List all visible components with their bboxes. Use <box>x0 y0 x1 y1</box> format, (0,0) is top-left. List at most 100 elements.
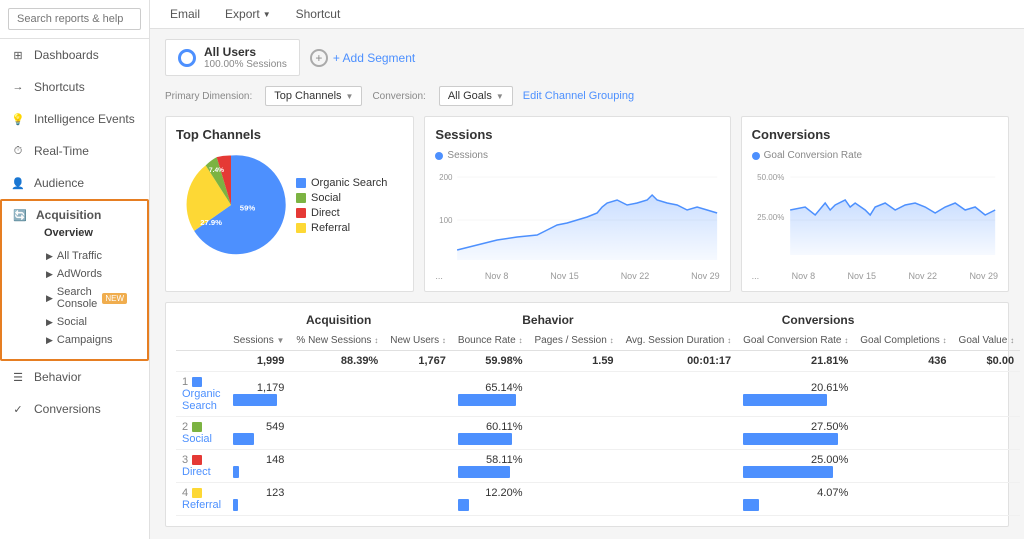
sidebar-item-dashboards[interactable]: ⊞ Dashboards <box>0 39 149 71</box>
col-header-pages[interactable]: Pages / Session ↕ <box>529 331 620 351</box>
primary-dimension-label: Primary Dimension: <box>165 91 252 102</box>
table-row: 2Social 549 60.11% 27.50% <box>176 417 1020 450</box>
acquisition-icon: 🔄 <box>12 207 28 223</box>
shortcuts-icon: → <box>10 79 26 95</box>
sessions-chart-card: Sessions Sessions 200 100 <box>424 116 730 292</box>
total-label <box>176 351 227 372</box>
search-input[interactable] <box>8 8 141 30</box>
row-3-duration <box>620 450 738 483</box>
pie-legend: Organic Search Social Direct Referr <box>296 177 387 234</box>
sidebar-sub-search-console[interactable]: ▶Search ConsoleNEW <box>36 283 137 313</box>
total-pct-new: 88.39% <box>290 351 384 372</box>
legend-item-direct: Direct <box>296 207 387 219</box>
col-header-goal-rate[interactable]: Goal Conversion Rate ↕ <box>737 331 854 351</box>
col-header-goal-value[interactable]: Goal Value ↕ <box>953 331 1021 351</box>
segment-name: All Users <box>204 45 287 59</box>
pie-chart-card: Top Channels 59% 27.9% 7.4% <box>165 116 414 292</box>
pie-label-referral: 27.9% <box>200 218 222 227</box>
pie-label-organic: 59% <box>240 204 256 213</box>
sidebar-item-intelligence[interactable]: 💡 Intelligence Events <box>0 103 149 135</box>
dropdown-arrow-icon: ▼ <box>346 92 354 101</box>
sidebar-item-behavior[interactable]: ☰ Behavior <box>0 361 149 393</box>
col-header-duration[interactable]: Avg. Session Duration ↕ <box>620 331 738 351</box>
conversions-line-svg: 50.00% 25.00% <box>752 165 998 265</box>
conversion-dropdown[interactable]: All Goals ▼ <box>439 86 513 106</box>
col-header-channel <box>176 331 227 351</box>
total-bounce: 59.98% <box>452 351 529 372</box>
conversions-icon: ✓ <box>10 401 26 417</box>
realtime-icon: ⏱ <box>10 143 26 159</box>
row-3-goal-rate: 25.00% <box>737 450 854 483</box>
row-1-bounce: 65.14% <box>452 372 529 417</box>
shortcut-button[interactable]: Shortcut <box>291 5 346 23</box>
social-link[interactable]: Social <box>182 433 212 445</box>
conversion-dropdown-arrow: ▼ <box>496 92 504 101</box>
col-header-bounce[interactable]: Bounce Rate ↕ <box>452 331 529 351</box>
pie-chart-svg: 59% 27.9% 7.4% <box>176 150 286 260</box>
sidebar-sub-all-traffic[interactable]: ▶All Traffic <box>36 247 137 265</box>
row-4-goal-value <box>953 483 1021 516</box>
table-row: 4Referral 123 12.20% 4.07% <box>176 483 1020 516</box>
sidebar-sub-social[interactable]: ▶Social <box>36 313 137 331</box>
row-3-goal-comp <box>854 450 952 483</box>
referral-link[interactable]: Referral <box>182 499 221 511</box>
col-header-pct-new[interactable]: % New Sessions ↕ <box>290 331 384 351</box>
sidebar-item-realtime[interactable]: ⏱ Real-Time <box>0 135 149 167</box>
conversions-chart-title: Conversions <box>752 127 998 142</box>
conv-x-axis: ... Nov 8 Nov 15 Nov 22 Nov 29 <box>752 271 998 281</box>
sidebar-item-conversions[interactable]: ✓ Conversions <box>0 393 149 425</box>
col-header-new-users[interactable]: New Users ↕ <box>384 331 452 351</box>
primary-dimension-dropdown[interactable]: Top Channels ▼ <box>265 86 362 106</box>
row-3-new-users <box>384 450 452 483</box>
conv-legend: Goal Conversion Rate <box>752 150 998 161</box>
section-header-acquisition: Acquisition <box>306 313 522 327</box>
total-goal-value: $0.00 <box>953 351 1021 372</box>
sidebar-sub-campaigns[interactable]: ▶Campaigns <box>36 331 137 349</box>
organic-search-link[interactable]: Organic Search <box>182 388 221 412</box>
row-2-goal-value <box>953 417 1021 450</box>
section-header-conversions: Conversions <box>782 313 998 327</box>
legend-dot-referral <box>296 223 306 233</box>
row-1-pages <box>529 372 620 417</box>
edit-channel-grouping-link[interactable]: Edit Channel Grouping <box>523 90 634 102</box>
sidebar-item-audience[interactable]: 👤 Audience <box>0 167 149 199</box>
export-button[interactable]: Export▼ <box>220 5 276 23</box>
row-3-sessions: 148 <box>227 450 290 483</box>
all-users-segment[interactable]: All Users 100.00% Sessions <box>165 39 300 76</box>
add-segment-button[interactable]: + + Add Segment <box>310 49 415 67</box>
legend-dot-direct <box>296 208 306 218</box>
dropdowns-bar: Primary Dimension: Top Channels ▼ Conver… <box>165 86 1009 106</box>
row-3-bounce: 58.11% <box>452 450 529 483</box>
table-header-row: Sessions ▼ % New Sessions ↕ New Users ↕ … <box>176 331 1020 351</box>
sidebar-sub-adwords[interactable]: ▶AdWords <box>36 265 137 283</box>
row-4-duration <box>620 483 738 516</box>
row-4-pct-new <box>290 483 384 516</box>
total-goal-comp: 436 <box>854 351 952 372</box>
row-4-new-users <box>384 483 452 516</box>
pie-chart-title: Top Channels <box>176 127 403 142</box>
svg-text:100: 100 <box>440 216 454 225</box>
row-2-channel: 2Social <box>176 417 227 450</box>
svg-text:25.00%: 25.00% <box>757 213 784 222</box>
email-button[interactable]: Email <box>165 5 205 23</box>
charts-row: Top Channels 59% 27.9% 7.4% <box>165 116 1009 292</box>
sidebar-item-acquisition[interactable]: 🔄 Acquisition Overview ▶All Traffic ▶AdW… <box>0 199 149 361</box>
row-1-pct-new <box>290 372 384 417</box>
sidebar-overview-link[interactable]: Overview <box>16 223 137 243</box>
direct-link[interactable]: Direct <box>182 466 211 478</box>
intelligence-icon: 💡 <box>10 111 26 127</box>
row-2-pages <box>529 417 620 450</box>
row-2-duration <box>620 417 738 450</box>
row-4-channel: 4Referral <box>176 483 227 516</box>
row-2-goal-comp <box>854 417 952 450</box>
row-1-sessions: 1,179 <box>227 372 290 417</box>
row-1-duration <box>620 372 738 417</box>
col-header-goal-comp[interactable]: Goal Completions ↕ <box>854 331 952 351</box>
col-header-sessions[interactable]: Sessions ▼ <box>227 331 290 351</box>
row-2-goal-rate: 27.50% <box>737 417 854 450</box>
legend-dot-organic <box>296 178 306 188</box>
total-new-users: 1,767 <box>384 351 452 372</box>
sidebar-item-shortcuts[interactable]: → Shortcuts <box>0 71 149 103</box>
dashboards-icon: ⊞ <box>10 47 26 63</box>
row-4-pages <box>529 483 620 516</box>
